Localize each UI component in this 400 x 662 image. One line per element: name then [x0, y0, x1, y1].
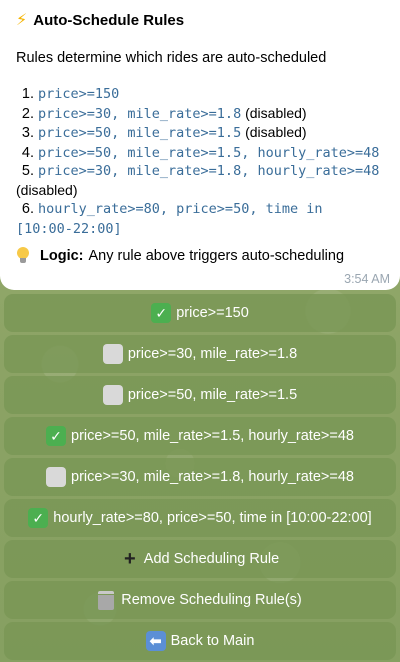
button-label: price>=50, mile_rate>=1.5, hourly_rate>=…	[71, 428, 354, 444]
rule-item: 2. price>=30, mile_rate>=1.8 (disabled)	[21, 104, 307, 122]
inline-keyboard: ✓ price>=150 price>=30, mile_rate>=1.8 p…	[4, 294, 396, 662]
rule-status: (disabled)	[241, 104, 307, 121]
rule-code: hourly_rate>=80, price>=50, time in [10:…	[16, 201, 323, 237]
button-label: price>=50, mile_rate>=1.5	[127, 387, 298, 403]
rule-item: 4. price>=50, mile_rate>=1.5, hourly_rate…	[21, 144, 380, 161]
remove-rule-button[interactable]: Remove Scheduling Rule(s)	[4, 581, 396, 619]
check-icon: ✓	[46, 426, 67, 446]
button-label: price>=150	[176, 305, 249, 321]
check-icon: ✓	[151, 303, 172, 323]
add-rule-button[interactable]: + Add Scheduling Rule	[4, 540, 396, 578]
message-bubble: ⚡ Auto-Schedule Rules Rules determine wh…	[0, 0, 400, 290]
empty-box-icon	[102, 385, 123, 405]
rule-item: 3. price>=50, mile_rate>=1.5 (disabled)	[21, 124, 307, 141]
rule-toggle-button-4[interactable]: ✓ price>=50, mile_rate>=1.5, hourly_rate…	[4, 417, 396, 455]
rule-item: 5. price>=30, mile_rate>=1.8, hourly_rate…	[16, 163, 380, 198]
title-text: Auto-Schedule Rules	[33, 11, 185, 29]
rule-item: 6. hourly_rate>=80, price>=50, time in [1…	[16, 201, 323, 237]
plus-icon: +	[123, 548, 136, 570]
rule-code: price>=30, mile_rate>=1.8	[38, 105, 242, 122]
rule-toggle-button-1[interactable]: ✓ price>=150	[4, 294, 396, 332]
button-label: price>=30, mile_rate>=1.8	[127, 346, 298, 362]
rules-list: 1. price>=150 2. price>=30, mile_rate>=1.8…	[16, 84, 386, 238]
lightning-icon: ⚡	[16, 12, 28, 29]
rule-code: price>=50, mile_rate>=1.5	[38, 125, 242, 141]
empty-box-icon	[102, 344, 123, 364]
button-label: Back to Main	[170, 633, 255, 649]
back-to-main-button[interactable]: ⬅ Back to Main	[4, 622, 396, 660]
button-label: Remove Scheduling Rule(s)	[121, 592, 302, 608]
rule-toggle-button-5[interactable]: price>=30, mile_rate>=1.8, hourly_rate>=…	[4, 458, 396, 496]
message-timestamp: 3:54 AM	[344, 272, 390, 286]
rule-toggle-button-3[interactable]: price>=50, mile_rate>=1.5	[4, 376, 396, 414]
empty-box-icon	[46, 467, 67, 487]
rule-code: price>=50, mile_rate>=1.5, hourly_rate>=…	[38, 144, 380, 161]
rule-toggle-button-6[interactable]: ✓ hourly_rate>=80, price>=50, time in [1…	[4, 499, 396, 537]
message-title: ⚡ Auto-Schedule Rules	[16, 9, 386, 31]
logic-text: Any rule above triggers auto-scheduling	[88, 248, 345, 264]
rule-code: price>=30, mile_rate>=1.8, hourly_rate>=…	[38, 163, 380, 179]
trash-icon	[98, 590, 115, 610]
rule-status: (disabled)	[16, 181, 78, 198]
rule-item: 1. price>=150	[21, 86, 120, 102]
button-label: price>=30, mile_rate>=1.8, hourly_rate>=…	[71, 469, 354, 485]
check-icon: ✓	[28, 508, 49, 528]
logic-note: Logic: Any rule above triggers auto-sche…	[16, 246, 386, 266]
button-label: Add Scheduling Rule	[143, 551, 280, 567]
rule-toggle-button-2[interactable]: price>=30, mile_rate>=1.8	[4, 335, 396, 373]
logic-label: Logic:	[40, 248, 84, 264]
button-label: hourly_rate>=80, price>=50, time in [10:…	[53, 510, 372, 526]
rule-status: (disabled)	[241, 124, 307, 140]
lightbulb-icon	[16, 247, 30, 265]
back-arrow-icon: ⬅	[145, 631, 166, 651]
rule-code: price>=150	[38, 86, 120, 102]
rules-description: Rules determine which rides are auto-sch…	[16, 50, 327, 66]
